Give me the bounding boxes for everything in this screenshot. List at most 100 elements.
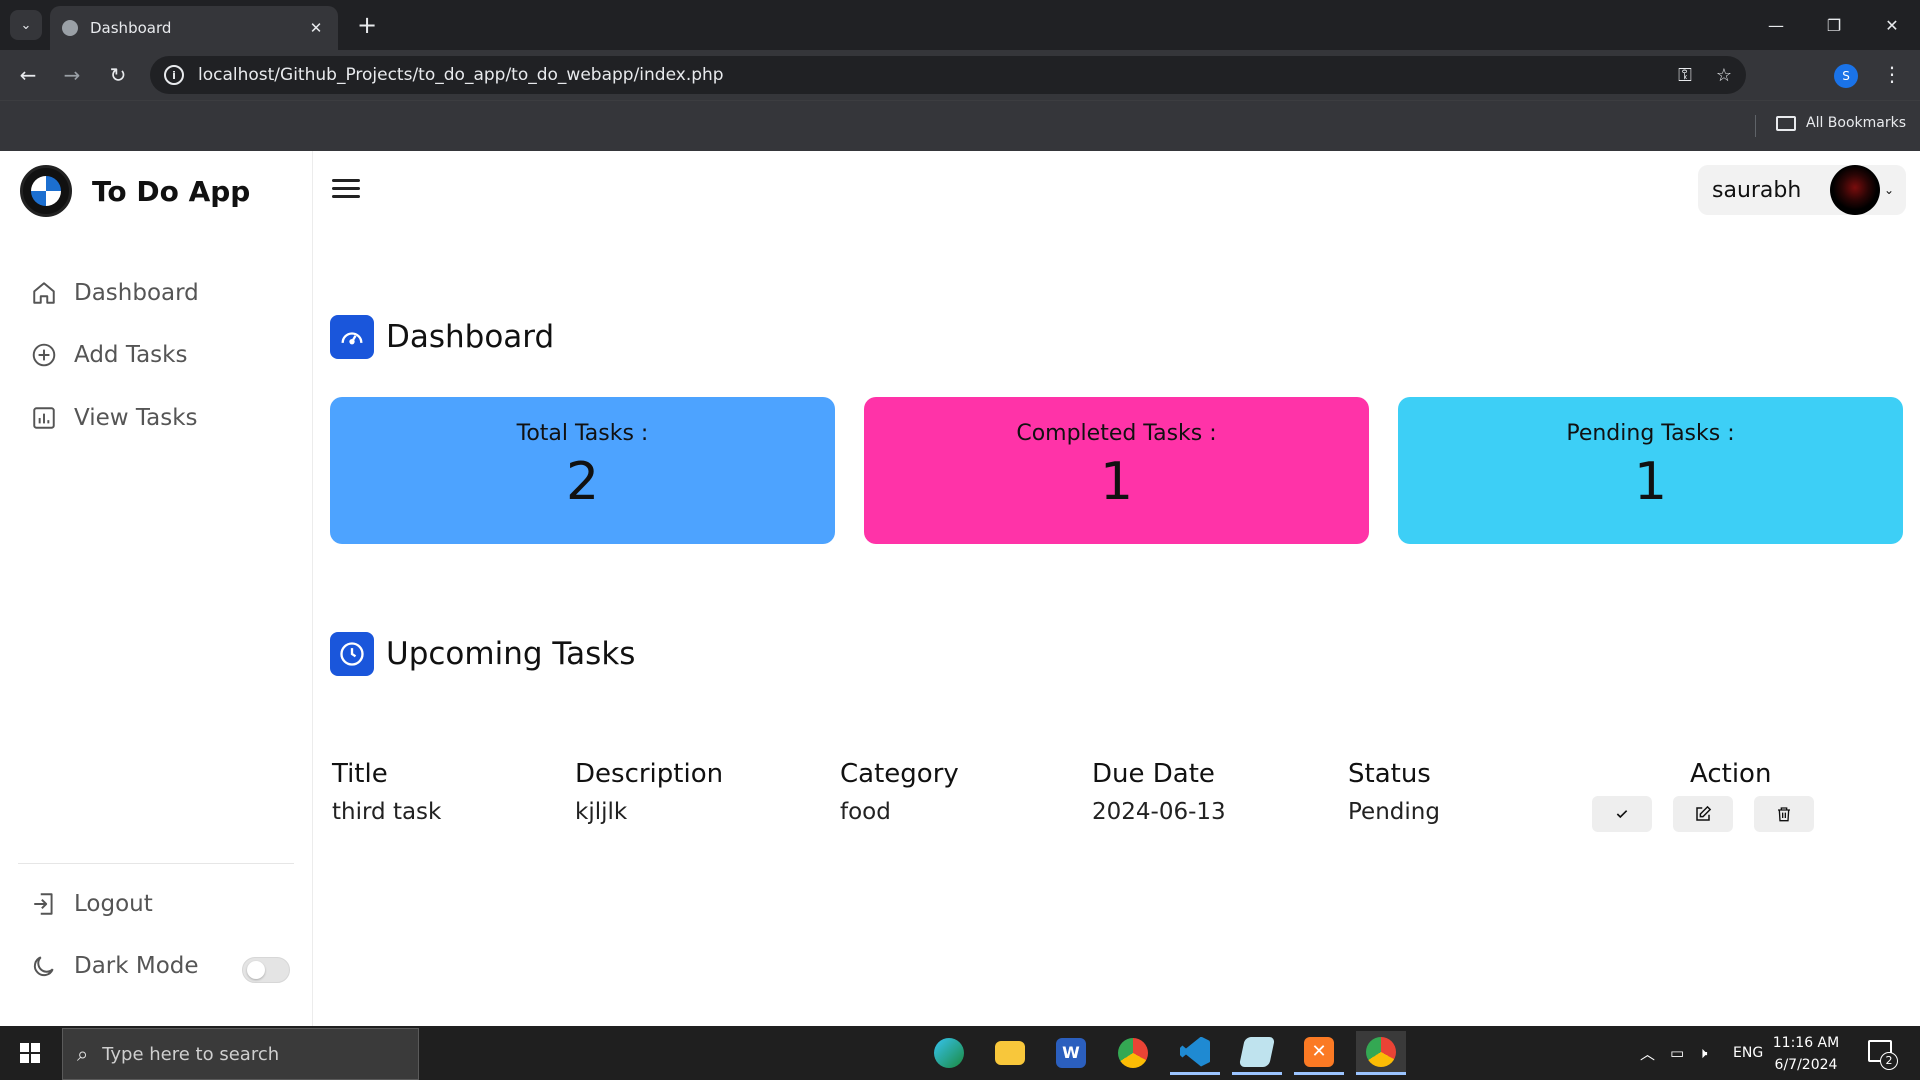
sidebar-item-add-tasks[interactable]: Add Tasks	[30, 341, 290, 369]
vscode-app[interactable]	[1170, 1031, 1220, 1075]
sidebar-item-label: Add Tasks	[74, 342, 188, 368]
bookmark-star-icon[interactable]: ☆	[1716, 65, 1732, 86]
notes-app[interactable]	[1232, 1031, 1282, 1075]
card-value: 2	[565, 452, 600, 512]
avatar	[1829, 165, 1880, 215]
clock[interactable]: 11:16 AM 6/7/2024	[1766, 1032, 1846, 1076]
menu-toggle-icon[interactable]	[332, 179, 360, 199]
address-bar[interactable]: i localhost/Github_Projects/to_do_app/to…	[150, 56, 1746, 94]
speedometer-icon	[330, 315, 374, 359]
tab-title: Dashboard	[90, 19, 172, 37]
browser-menu-icon[interactable]: ⋮	[1882, 62, 1902, 86]
sidebar-divider	[18, 863, 294, 864]
volume-icon[interactable]: 🕨	[1698, 1026, 1707, 1080]
page-title: Dashboard	[386, 319, 555, 355]
search-placeholder: Type here to search	[102, 1043, 280, 1065]
globe-icon	[62, 20, 78, 36]
dark-mode-toggle[interactable]	[242, 957, 290, 983]
brand[interactable]: To Do App	[20, 165, 250, 217]
show-hidden-icons[interactable]: ︿	[1640, 1026, 1655, 1080]
folder-icon	[995, 1041, 1025, 1065]
file-explorer-app[interactable]	[985, 1031, 1035, 1075]
pending-tasks-card: Pending Tasks : 1	[1398, 397, 1903, 544]
sidebar-item-view-tasks[interactable]: View Tasks	[30, 404, 290, 432]
user-menu[interactable]: saurabh ⌄	[1698, 165, 1906, 215]
xampp-icon: ✕	[1304, 1036, 1334, 1067]
dark-mode-label: Dark Mode	[74, 953, 199, 979]
clock-date: 6/7/2024	[1774, 1057, 1838, 1073]
all-bookmarks-label: All Bookmarks	[1806, 115, 1907, 131]
edit-task-button[interactable]	[1673, 796, 1733, 832]
taskbar-search[interactable]: ⌕ Type here to search	[62, 1028, 419, 1080]
clock-time: 11:16 AM	[1772, 1035, 1840, 1051]
column-header-status: Status	[1348, 759, 1431, 789]
start-button[interactable]	[0, 1026, 60, 1080]
card-value: 1	[1633, 452, 1668, 512]
task-title: third task	[332, 799, 442, 825]
chrome-profile-app[interactable]	[1356, 1031, 1406, 1075]
card-label: Completed Tasks :	[1016, 421, 1217, 446]
plus-circle-icon	[30, 341, 58, 369]
all-bookmarks-button[interactable]: All Bookmarks	[1776, 115, 1906, 131]
section-title: Upcoming Tasks	[386, 636, 636, 672]
restore-button[interactable]: ❐	[1806, 0, 1862, 50]
home-icon	[30, 279, 58, 307]
bookmarks-separator	[1755, 115, 1756, 137]
column-header-description: Description	[575, 759, 724, 789]
edit-icon	[1696, 805, 1712, 821]
xampp-app[interactable]: ✕	[1294, 1031, 1344, 1075]
chrome-app[interactable]	[1108, 1031, 1158, 1075]
minimize-button[interactable]: —	[1748, 0, 1804, 50]
column-header-action: Action	[1690, 759, 1772, 789]
forward-button[interactable]: →	[56, 60, 88, 90]
check-icon	[1616, 810, 1628, 819]
completed-tasks-card: Completed Tasks : 1	[864, 397, 1369, 544]
battery-icon[interactable]: ▭	[1670, 1026, 1684, 1080]
sidebar-item-label: View Tasks	[74, 405, 198, 431]
profile-avatar[interactable]: S	[1834, 64, 1858, 88]
upcoming-heading: Upcoming Tasks	[330, 632, 635, 676]
vscode-icon	[1180, 1036, 1210, 1067]
chrome-icon	[1118, 1038, 1148, 1068]
tab-search-button[interactable]: ⌄	[10, 10, 42, 40]
windows-icon	[20, 1043, 40, 1063]
total-tasks-card: Total Tasks : 2	[330, 397, 835, 544]
column-header-title: Title	[332, 759, 388, 789]
site-info-icon[interactable]: i	[164, 65, 184, 85]
word-app[interactable]: W	[1046, 1031, 1096, 1075]
main-content: saurabh ⌄ Dashboard Total Tasks : 2 Comp…	[314, 151, 1920, 1026]
reload-button[interactable]: ↻	[102, 60, 134, 90]
brand-logo-icon	[20, 165, 72, 217]
edge-app[interactable]	[924, 1031, 974, 1075]
logout-icon	[30, 890, 58, 918]
card-label: Pending Tasks :	[1566, 421, 1735, 446]
clock-icon	[330, 632, 374, 676]
password-key-icon[interactable]: ⚿	[1678, 65, 1692, 86]
username: saurabh	[1712, 177, 1802, 203]
folder-icon	[1776, 115, 1796, 131]
task-due-date: 2024-06-13	[1092, 799, 1226, 825]
logout-label: Logout	[74, 891, 153, 917]
column-header-due-date: Due Date	[1092, 759, 1215, 789]
sidebar-item-label: Dashboard	[74, 280, 199, 306]
delete-task-button[interactable]	[1754, 796, 1814, 832]
back-button[interactable]: ←	[12, 60, 44, 90]
task-description: kjljlk	[575, 799, 628, 825]
edge-icon	[934, 1038, 964, 1068]
moon-icon	[30, 952, 58, 980]
notification-count: 2	[1880, 1052, 1898, 1070]
notes-icon	[1238, 1036, 1276, 1067]
card-label: Total Tasks :	[516, 421, 649, 446]
browser-tab[interactable]: Dashboard ✕	[50, 6, 338, 50]
close-tab-icon[interactable]: ✕	[306, 19, 326, 37]
task-category: food	[840, 799, 891, 825]
complete-task-button[interactable]	[1592, 796, 1652, 832]
logout-button[interactable]: Logout	[30, 890, 290, 918]
close-window-button[interactable]: ✕	[1864, 0, 1920, 50]
sidebar-item-dashboard[interactable]: Dashboard	[30, 279, 290, 307]
language-indicator[interactable]: ENG	[1733, 1026, 1763, 1080]
chevron-down-icon: ⌄	[1883, 183, 1894, 197]
browser-tab-bar: ⌄ Dashboard ✕ + — ❐ ✕	[0, 0, 1920, 50]
new-tab-button[interactable]: +	[352, 10, 382, 40]
chrome-icon	[1366, 1036, 1396, 1067]
